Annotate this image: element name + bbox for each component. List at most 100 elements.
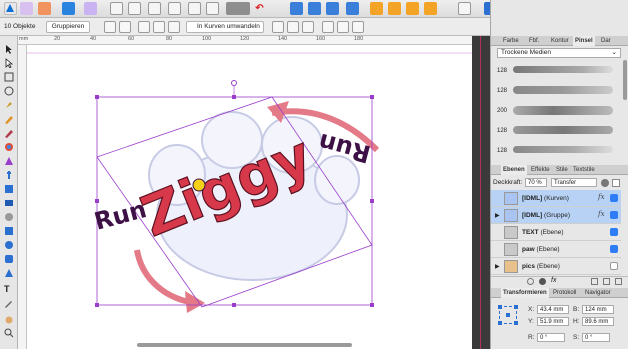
text-tool-icon[interactable]: T [4, 284, 14, 294]
tab-swatches[interactable]: Fbf. [527, 36, 541, 46]
trash-icon[interactable] [615, 278, 622, 285]
shear-field[interactable]: 0 ° [582, 333, 610, 342]
brush-stroke[interactable] [513, 86, 613, 94]
fx-icon[interactable]: fx [598, 210, 605, 218]
fill-tool-icon[interactable] [4, 142, 14, 152]
transparency-tool-icon[interactable] [4, 156, 14, 166]
align-left-icon[interactable] [272, 21, 284, 33]
align-middle-icon[interactable] [337, 21, 349, 33]
insert-target-icon[interactable] [458, 2, 471, 15]
tab-effects[interactable]: Effekte [529, 165, 552, 175]
place-tool-icon[interactable] [4, 198, 14, 208]
align-top-icon[interactable] [322, 21, 334, 33]
layer-row[interactable]: ▶ [IDML] (Gruppe) fx [491, 207, 621, 224]
tab-stroke[interactable]: Kontur [549, 36, 571, 46]
tab-transform[interactable]: Transformieren [501, 288, 549, 298]
chevron-right-icon[interactable]: ▶ [495, 212, 500, 219]
layer-visibility-checkbox[interactable] [610, 245, 618, 253]
tab-brushes[interactable]: Pinsel [573, 36, 595, 46]
brush-tool-icon[interactable] [4, 128, 14, 138]
artboard-tool-icon[interactable] [4, 72, 14, 82]
arrange-back-icon[interactable] [388, 2, 401, 15]
triangle-tool-icon[interactable] [4, 268, 14, 278]
transparency-fade-icon[interactable] [4, 212, 14, 222]
width-field[interactable]: 124 mm [582, 305, 614, 314]
tab-layers[interactable]: Ebenen [501, 165, 527, 175]
insert-icon[interactable] [188, 2, 201, 15]
fx-icon[interactable]: fx [598, 193, 605, 201]
tab-text-styles[interactable]: Textstile [571, 165, 597, 175]
brush-stroke[interactable] [513, 126, 613, 134]
hand-tool-icon[interactable] [4, 314, 14, 324]
align-right-icon[interactable] [302, 21, 314, 33]
duplicate-icon[interactable] [603, 278, 610, 285]
transform-icon[interactable] [84, 2, 97, 15]
arrange-front-icon[interactable] [370, 2, 383, 15]
opacity-field[interactable]: 70 % [525, 178, 547, 187]
brush-stroke[interactable] [513, 106, 613, 115]
flip-v-ctx-icon[interactable] [153, 21, 165, 33]
align-center-icon[interactable] [287, 21, 299, 33]
blend-mode-select[interactable]: Transfer [551, 178, 597, 187]
layer-visibility-checkbox[interactable] [610, 228, 618, 236]
rectangle-tool-icon[interactable] [4, 226, 14, 236]
add-layer-icon[interactable] [591, 278, 598, 285]
contour-tool-icon[interactable] [4, 86, 14, 96]
document-canvas[interactable]: Run Ziggy Run [27, 45, 472, 349]
x-field[interactable]: 43.4 mm [537, 305, 569, 314]
layer-row[interactable]: TEXT (Ebene) [491, 224, 621, 241]
group-button[interactable]: Gruppieren [46, 21, 90, 33]
boolean-add-icon[interactable] [346, 2, 359, 15]
color-picker-icon[interactable] [4, 298, 14, 308]
node-tool-icon[interactable] [4, 58, 14, 69]
snap-icon[interactable] [62, 2, 75, 15]
tab-navigator[interactable]: Navigator [583, 288, 613, 298]
fx-icon[interactable]: fx [551, 277, 556, 284]
pencil-tool-icon[interactable] [4, 114, 14, 124]
height-field[interactable]: 89.6 mm [582, 317, 614, 326]
pen-tool-icon[interactable] [4, 100, 14, 110]
rotate-ccw-icon[interactable] [104, 21, 116, 33]
order-icon[interactable] [168, 2, 181, 15]
rotate-icon[interactable] [226, 2, 250, 15]
group-icon[interactable] [290, 2, 303, 15]
transform-ctx-icon[interactable] [168, 21, 180, 33]
layer-row[interactable]: ▶ pics (Ebene) [491, 258, 621, 275]
brush-list[interactable]: 128 128 200 128 128 [491, 60, 623, 160]
flip-h-ctx-icon[interactable] [138, 21, 150, 33]
anchor-selector[interactable] [498, 305, 518, 325]
rotation-field[interactable]: 0 ° [537, 333, 565, 342]
arrange-backward-icon[interactable] [424, 2, 437, 15]
ellipse-tool-icon[interactable] [4, 240, 14, 250]
tab-history[interactable]: Protokoll [551, 288, 578, 298]
layer-visibility-checkbox[interactable] [610, 262, 618, 270]
gradient-tool-icon[interactable] [4, 170, 14, 180]
adjustment-icon[interactable] [539, 278, 546, 285]
brush-stroke[interactable] [513, 66, 613, 73]
mask-icon[interactable] [527, 278, 534, 285]
layer-visibility-checkbox[interactable] [610, 194, 618, 202]
chevron-right-icon[interactable]: ▶ [495, 263, 500, 270]
layer-row[interactable]: paw (Ebene) [491, 241, 621, 258]
zoom-icon[interactable] [308, 2, 321, 15]
undo-icon[interactable]: ↶ [253, 2, 266, 15]
tab-appearance[interactable]: Dar [599, 36, 613, 46]
y-field[interactable]: 51.9 mm [537, 317, 569, 326]
flip-icon[interactable] [206, 2, 219, 15]
brush-scrollbar[interactable] [623, 60, 627, 100]
arrange-forward-icon[interactable] [406, 2, 419, 15]
crop-tool-icon[interactable] [4, 184, 14, 194]
tab-color[interactable]: Farbe [501, 36, 521, 46]
layer-lock-icon[interactable] [612, 179, 620, 187]
brush-stroke[interactable] [513, 146, 613, 153]
boolean-icon[interactable] [128, 2, 141, 15]
convert-to-curves-button[interactable]: In Kurven umwandeln [186, 21, 264, 33]
tab-styles[interactable]: Stile [554, 165, 570, 175]
layer-row[interactable]: [IDML] (Kurven) fx [491, 190, 621, 207]
persona-export-icon[interactable] [38, 2, 51, 15]
assistant-icon[interactable] [326, 2, 339, 15]
horizontal-scrollbar[interactable] [137, 343, 352, 347]
rotate-cw-icon[interactable] [119, 21, 131, 33]
align-bottom-icon[interactable] [352, 21, 364, 33]
rounded-rect-tool-icon[interactable] [4, 254, 14, 264]
